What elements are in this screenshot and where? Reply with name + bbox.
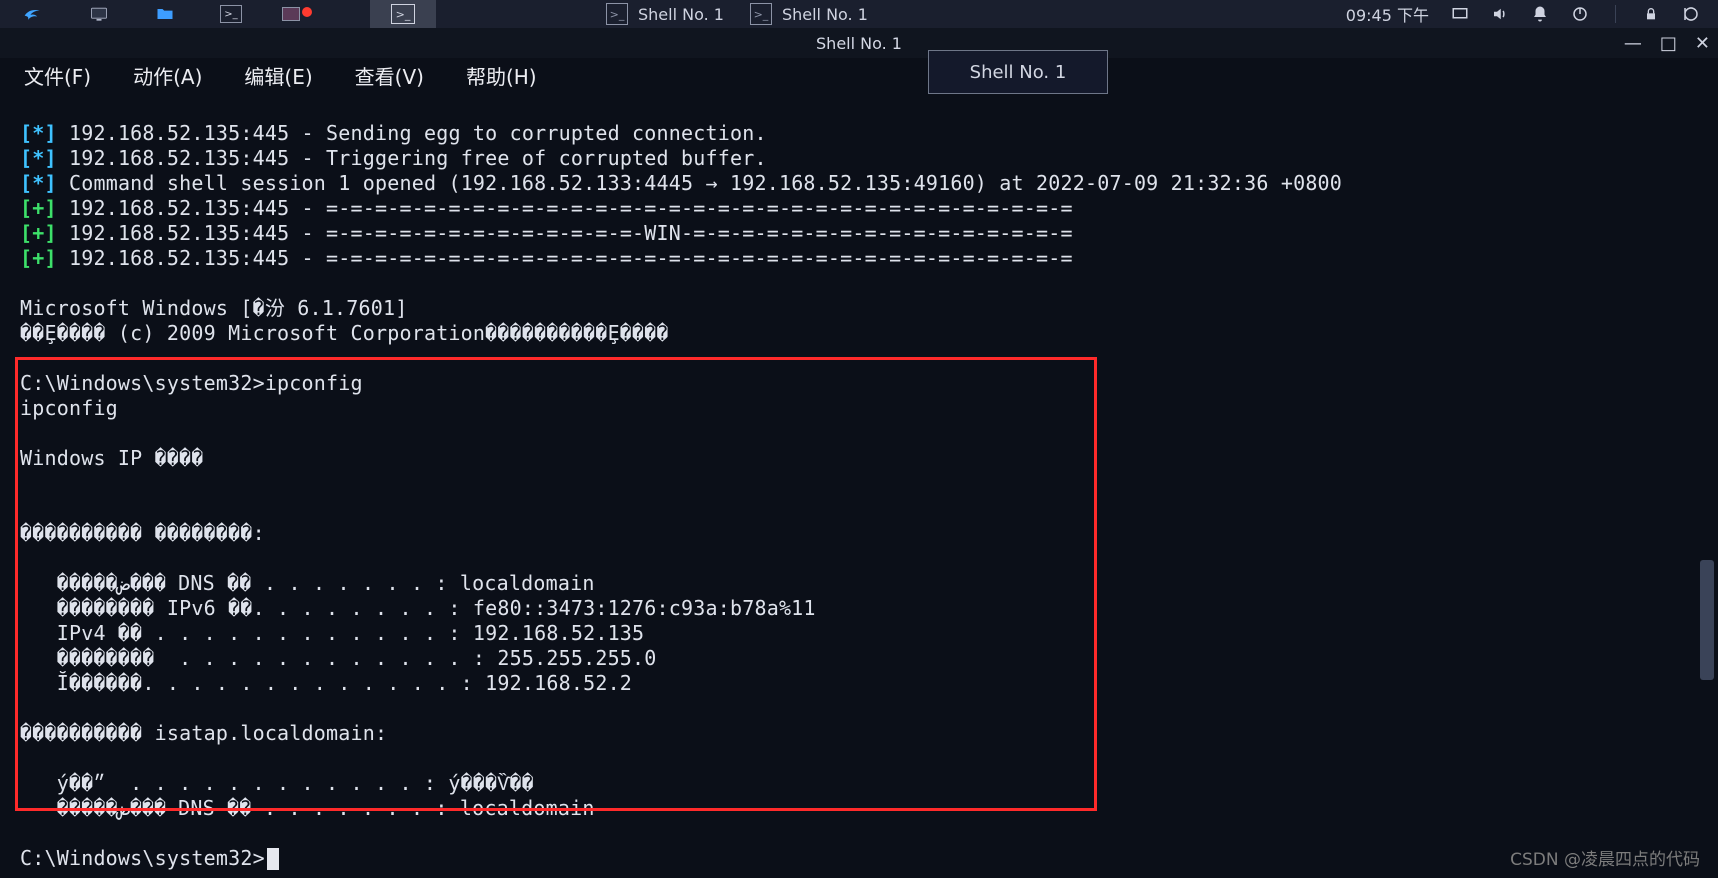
terminal-line: Ĭ������. . . . . . . . . . . . . : 192.1… [20,671,632,695]
terminal-line: 192.168.52.135:445 - Sending egg to corr… [57,121,767,145]
terminal-line: IPv4 �� . . . . . . . . . . . . : 192.16… [20,621,644,645]
scrollbar-track[interactable] [1698,60,1714,872]
cursor [267,848,279,870]
menu-bar: 文件(F) 动作(A) 编辑(E) 查看(V) 帮助(H) [0,58,1718,92]
success-prefix: [+] [20,246,57,270]
desktop-icon [89,4,109,24]
file-manager-button[interactable] [132,0,198,28]
terminal-icon: >_ [220,5,242,23]
terminal-output[interactable]: [*] 192.168.52.135:445 - Sending egg to … [0,92,1718,871]
terminal-line: �����ض��� DNS ��׺ . . . . . . . : locald… [20,571,595,595]
window-tab-2[interactable]: >_ Shell No. 1 [750,3,868,25]
terminal-line: �������� IPv6 ��. . . . . . . . : fe80::… [20,596,816,620]
show-desktop-button[interactable] [66,0,132,28]
success-prefix: [+] [20,196,57,220]
terminal-line: ��Ȩ���� (c) 2009 Microsoft Corporation��… [20,321,669,345]
window-list: >_ Shell No. 1 >_ Shell No. 1 [606,3,868,25]
power-icon[interactable] [1571,5,1589,23]
terminal-line: 192.168.52.135:445 - =-=-=-=-=-=-=-=-=-=… [57,221,1073,245]
menu-file[interactable]: 文件(F) [24,61,91,90]
lock-icon[interactable] [1642,5,1660,23]
clock[interactable]: 09:45 下午 [1346,2,1429,26]
screen-recorder-button[interactable] [264,0,330,28]
terminal-icon: >_ [391,4,415,24]
watermark: CSDN @凌晨四点的代码 [1510,845,1700,870]
terminal-launcher-button[interactable]: >_ [198,0,264,28]
window-controls: — □ ✕ [1624,28,1710,58]
taskbar-app-terminal[interactable]: >_ [370,0,436,28]
terminal-icon: >_ [606,3,628,25]
logout-icon[interactable] [1682,5,1700,23]
status-prefix: [*] [20,171,57,195]
terminal-line: Microsoft Windows [�汾 6.1.7601] [20,296,407,320]
terminal-line: �������� . . . . . . . . . . . . : 255.2… [20,646,657,670]
menu-action[interactable]: 动作(A) [133,61,202,90]
menu-edit[interactable]: 编辑(E) [244,61,312,90]
os-top-panel: >_ >_ >_ Shell No. 1 >_ Shell No. 1 09:4… [0,0,1718,28]
kali-menu-button[interactable] [0,0,66,28]
terminal-line: 192.168.52.135:445 - =-=-=-=-=-=-=-=-=-=… [57,196,1073,220]
terminal-prompt: C:\Windows\system32> [20,846,265,870]
window-tab-label: Shell No. 1 [782,5,868,24]
terminal-line: ���������� isatap.localdomain: [20,721,387,745]
terminal-line: ipconfig [20,396,118,420]
terminal-line: �����ض��� DNS ��׺ . . . . . . . : locald… [20,796,595,820]
menu-help[interactable]: 帮助(H) [466,61,537,90]
kali-dragon-icon [23,4,43,24]
folder-icon [155,4,175,24]
panel-right: 09:45 下午 [1346,2,1718,26]
terminal-line: Windows IP ���� [20,446,204,470]
minimize-button[interactable]: — [1624,33,1642,54]
success-prefix: [+] [20,221,57,245]
notifications-icon[interactable] [1531,5,1549,23]
status-prefix: [*] [20,121,57,145]
panel-left: >_ >_ [0,0,436,28]
status-prefix: [*] [20,146,57,170]
preview-label: Shell No. 1 [970,62,1067,83]
terminal-line: ���������� ��������: [20,521,265,545]
display-icon[interactable] [1451,5,1469,23]
terminal-line: 192.168.52.135:445 - =-=-=-=-=-=-=-=-=-=… [57,246,1073,270]
maximize-button[interactable]: □ [1660,33,1677,54]
terminal-line: C:\Windows\system32>ipconfig [20,371,363,395]
terminal-line: ý��״ . . . . . . . . . . . . : ý���Ѷ�� [20,771,534,795]
close-button[interactable]: ✕ [1695,33,1710,54]
menu-view[interactable]: 查看(V) [355,61,424,90]
separator [1615,5,1616,23]
window-title: Shell No. 1 [816,34,902,53]
terminal-icon: >_ [750,3,772,25]
volume-icon[interactable] [1491,5,1509,23]
window-preview-tooltip: Shell No. 1 [928,50,1108,94]
scrollbar-thumb[interactable] [1700,560,1714,680]
record-icon [282,7,312,21]
terminal-line: 192.168.52.135:445 - Triggering free of … [57,146,767,170]
terminal-line: Command shell session 1 opened (192.168.… [57,171,1342,195]
window-titlebar[interactable]: Shell No. 1 — □ ✕ [0,28,1718,58]
window-tab-label: Shell No. 1 [638,5,724,24]
window-tab-1[interactable]: >_ Shell No. 1 [606,3,724,25]
